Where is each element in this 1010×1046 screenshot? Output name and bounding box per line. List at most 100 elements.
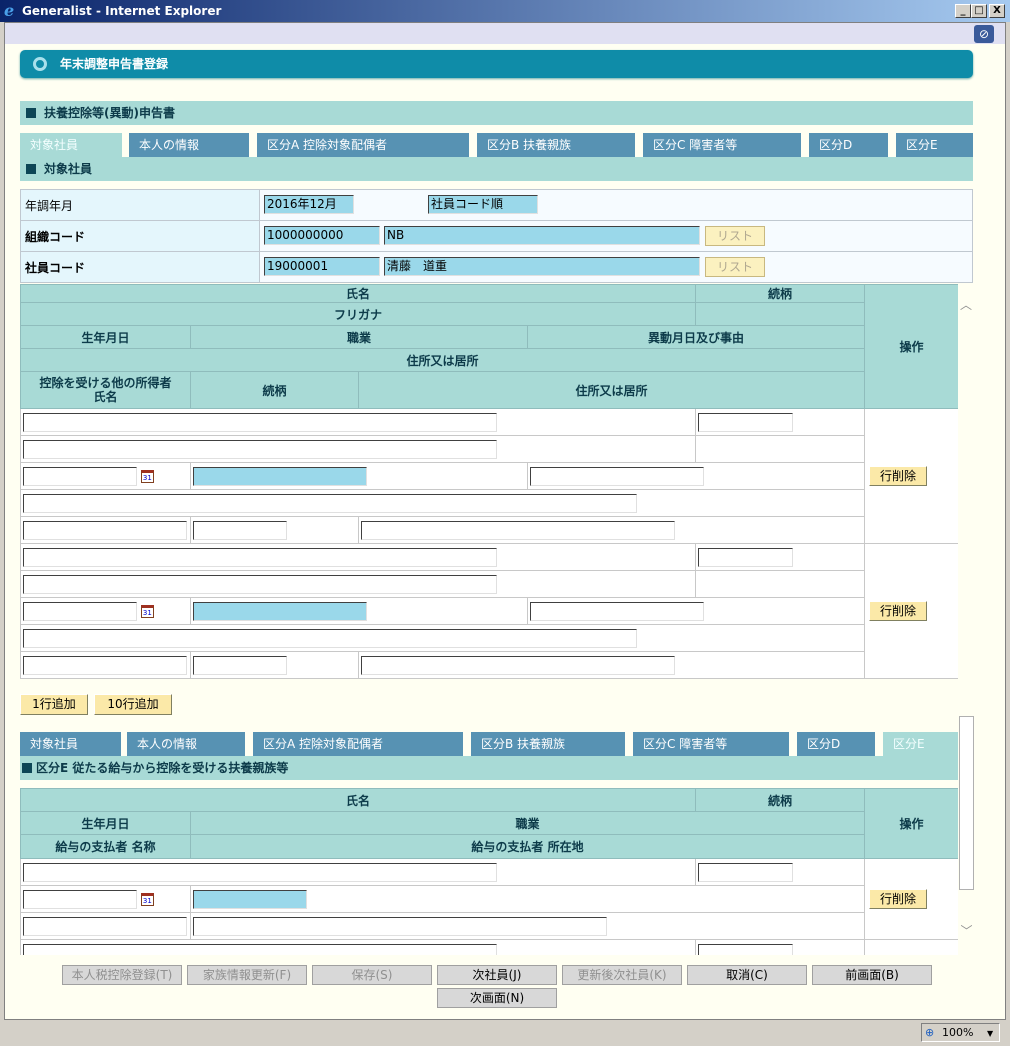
tab-category-c[interactable]: 区分C 障害者等 xyxy=(643,133,801,157)
page-title: 年末調整申告書登録 xyxy=(60,57,169,71)
tab-personal-info[interactable]: 本人の情報 xyxy=(129,133,249,157)
empty-cell xyxy=(695,435,866,463)
calendar-icon[interactable]: 31 xyxy=(140,604,154,618)
birth-date-input[interactable] xyxy=(23,889,137,909)
action-cell xyxy=(864,939,958,955)
page-banner: 年末調整申告書登録 xyxy=(20,50,973,78)
tab-category-e[interactable]: 区分E xyxy=(896,133,973,157)
minimize-button[interactable]: _ xyxy=(955,4,971,18)
grid1-scrollbar[interactable]: ︿ xyxy=(958,284,974,679)
payer-address-input[interactable] xyxy=(193,916,607,936)
header-address: 住所又は居所 xyxy=(20,348,866,372)
close-button[interactable]: X xyxy=(989,4,1005,18)
circle-icon xyxy=(33,57,47,71)
change-reason-input[interactable] xyxy=(530,601,704,621)
section-header: 区分E 従たる給与から控除を受ける扶養親族等 xyxy=(20,756,958,780)
update-next-employee-button[interactable]: 更新後次社員(K) xyxy=(562,965,682,985)
square-icon xyxy=(26,108,36,118)
employee-code-field[interactable]: 19000001 xyxy=(264,257,380,276)
other-address-input[interactable] xyxy=(361,520,675,540)
window-title: Generalist - Internet Explorer xyxy=(22,4,222,18)
scroll-up-icon[interactable]: ︿ xyxy=(958,296,974,313)
tab-category-a[interactable]: 区分A 控除対象配偶者 xyxy=(253,732,463,756)
delete-row-button[interactable]: 行削除 xyxy=(869,466,928,486)
tab-target-employee[interactable]: 対象社員 xyxy=(20,133,122,157)
org-code-field[interactable]: 1000000000 xyxy=(264,226,380,245)
tab-category-c[interactable]: 区分C 障害者等 xyxy=(633,732,789,756)
delete-row-button[interactable]: 行削除 xyxy=(869,889,928,909)
dependents-grid-scroll: 氏名 続柄 操作 フリガナ 生年月日 職業 異動月日及び事由 住所又は居所 控除を受ける… xyxy=(20,284,958,679)
tab-category-d[interactable]: 区分D xyxy=(809,133,888,157)
employee-list-button[interactable]: リスト xyxy=(705,257,765,277)
address-input[interactable] xyxy=(23,493,637,513)
relation-input[interactable] xyxy=(698,547,794,567)
header-furigana: フリガナ xyxy=(20,302,697,326)
dropdown-arrow-icon[interactable]: ▼ xyxy=(987,1029,993,1038)
employee-name-field[interactable]: 清藤 道重 xyxy=(384,257,700,276)
save-button[interactable]: 保存(S) xyxy=(312,965,432,985)
delete-row-button[interactable]: 行削除 xyxy=(869,601,928,621)
section-title: 扶養控除等(異動)申告書 xyxy=(44,106,175,120)
org-name-field[interactable]: NB xyxy=(384,226,700,245)
other-relation-input[interactable] xyxy=(193,655,287,675)
category-e-panel: 対象社員 本人の情報 区分A 控除対象配偶者 区分B 扶養親族 区分C 障害者等… xyxy=(20,716,958,955)
change-reason-input[interactable] xyxy=(530,466,704,486)
header-change: 異動月日及び事由 xyxy=(526,325,866,349)
job-input[interactable] xyxy=(193,466,367,486)
maximize-button[interactable]: □ xyxy=(971,4,987,18)
register-tax-deduction-button[interactable]: 本人税控除登録(T) xyxy=(62,965,182,985)
employee-info-table: 年調年月 2016年12月 社員コード順 組織コード 1000000000 NB リス… xyxy=(20,189,973,283)
birth-date-input[interactable] xyxy=(23,601,137,621)
scroll-thumb[interactable] xyxy=(959,716,974,890)
header-job: 職業 xyxy=(190,325,528,349)
link-icon[interactable]: ⊘ xyxy=(974,25,994,43)
furigana-input[interactable] xyxy=(23,439,497,459)
tab-category-d[interactable]: 区分D xyxy=(797,732,875,756)
calendar-icon[interactable]: 31 xyxy=(140,892,154,906)
add-ten-rows-button[interactable]: 10行追加 xyxy=(94,694,172,715)
other-earner-input[interactable] xyxy=(23,520,187,540)
birth-date-input[interactable] xyxy=(23,466,137,486)
tab-personal-info[interactable]: 本人の情報 xyxy=(127,732,245,756)
next-employee-button[interactable]: 次社員(J) xyxy=(437,965,557,985)
subsection-header: 対象社員 xyxy=(20,157,973,181)
header-action: 操作 xyxy=(864,788,958,859)
relation-input[interactable] xyxy=(698,412,794,432)
furigana-input[interactable] xyxy=(23,574,497,594)
sort-order-field[interactable]: 社員コード順 xyxy=(428,195,538,214)
label-employee-code: 社員コード xyxy=(20,251,260,283)
tab-category-b[interactable]: 区分B 扶養親族 xyxy=(477,133,635,157)
payer-name-input[interactable] xyxy=(23,916,187,936)
zoom-control[interactable]: ⊕ 100% ▼ xyxy=(921,1023,1000,1042)
tab-category-a[interactable]: 区分A 控除対象配偶者 xyxy=(257,133,469,157)
update-family-info-button[interactable]: 家族情報更新(F) xyxy=(187,965,307,985)
header-payer-address: 給与の支払者 所在地 xyxy=(189,834,866,859)
next-screen-button[interactable]: 次画面(N) xyxy=(437,988,557,1008)
calendar-icon[interactable]: 31 xyxy=(140,469,154,483)
job-input[interactable] xyxy=(193,889,307,909)
header-birth: 生年月日 xyxy=(20,325,191,349)
other-earner-input[interactable] xyxy=(23,655,187,675)
panel-scrollbar[interactable]: ﹀ xyxy=(958,716,975,955)
address-input[interactable] xyxy=(23,628,637,648)
name-input[interactable] xyxy=(23,412,497,432)
header-name: 氏名 xyxy=(20,788,697,812)
name-input[interactable] xyxy=(23,862,497,882)
scroll-down-icon[interactable]: ﹀ xyxy=(958,922,975,939)
tab-category-b[interactable]: 区分B 扶養親族 xyxy=(471,732,625,756)
empty-cell xyxy=(695,570,866,598)
tab-target-employee[interactable]: 対象社員 xyxy=(20,732,121,756)
org-list-button[interactable]: リスト xyxy=(705,226,765,246)
relation-input[interactable] xyxy=(698,862,794,882)
other-address-input[interactable] xyxy=(361,655,675,675)
previous-screen-button[interactable]: 前画面(B) xyxy=(812,965,932,985)
cancel-button[interactable]: 取消(C) xyxy=(687,965,807,985)
year-month-field[interactable]: 2016年12月 xyxy=(264,195,354,214)
name-input[interactable] xyxy=(23,943,497,955)
tab-category-e[interactable]: 区分E xyxy=(883,732,958,756)
other-relation-input[interactable] xyxy=(193,520,287,540)
relation-input[interactable] xyxy=(698,943,794,955)
name-input[interactable] xyxy=(23,547,497,567)
add-one-row-button[interactable]: 1行追加 xyxy=(20,694,88,715)
job-input[interactable] xyxy=(193,601,367,621)
